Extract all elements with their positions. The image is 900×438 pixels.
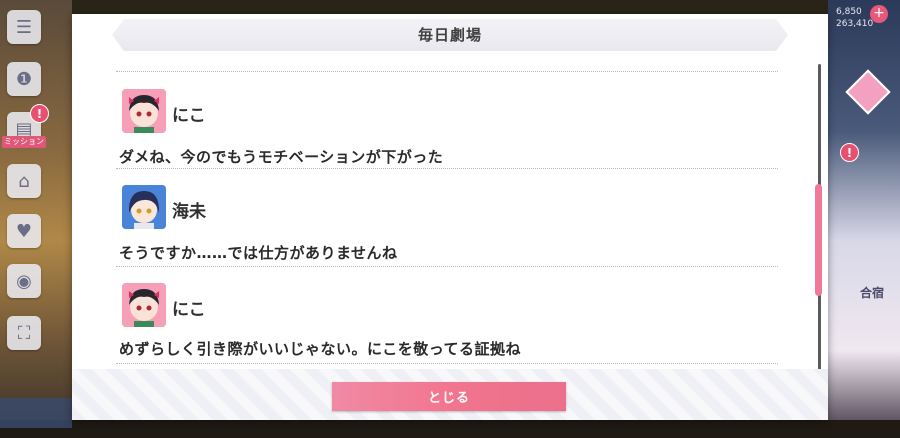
- gift-icon[interactable]: ⌂: [7, 164, 41, 198]
- dialog-title: 毎日劇場: [417, 26, 482, 44]
- nico-avatar: [122, 89, 166, 133]
- left-menu: ☰ ❶ ▤ ! ミッション ⌂ ♥ ◉ ⛶: [0, 0, 72, 438]
- plus-icon[interactable]: +: [870, 5, 888, 23]
- dialog-footer: とじる: [72, 369, 828, 420]
- divider: [116, 363, 778, 364]
- speaker-name: にこ: [172, 300, 206, 320]
- fullscreen-icon[interactable]: ⛶: [7, 316, 41, 350]
- notification-badge: !: [30, 104, 49, 123]
- umi-avatar: [122, 185, 166, 229]
- dialog-log[interactable]: にこ ダメね、今のでもうモチベーションが下がった 海未 そうですか……では仕方が…: [116, 66, 778, 384]
- chat-icon[interactable]: ❶: [7, 62, 41, 96]
- speaker-name: 海未: [172, 202, 206, 222]
- daily-theater-dialog: 毎日劇場 にこ ダメね、今のでもうモチベーションが下がった 海未 そうですか………: [72, 14, 828, 420]
- camp-label[interactable]: 合宿: [860, 284, 884, 301]
- background-bottom: [0, 420, 900, 438]
- dialog-line: ダメね、今のでもうモチベーションが下がった: [119, 148, 444, 166]
- menu-icon[interactable]: ☰: [7, 10, 41, 44]
- bottom-left-bar[interactable]: [0, 398, 72, 428]
- heart-icon[interactable]: ♥: [7, 214, 41, 248]
- divider: [116, 71, 778, 72]
- background-right-panel: [828, 0, 900, 438]
- nico-avatar: [122, 283, 166, 327]
- close-button[interactable]: とじる: [332, 382, 566, 411]
- resource-value-1: 6,850: [836, 7, 862, 17]
- scrollbar-thumb[interactable]: [815, 184, 822, 296]
- speaker-name: にこ: [172, 106, 206, 126]
- resource-value-2: 263,410: [836, 19, 874, 29]
- divider: [116, 266, 778, 267]
- mission-label: ミッション: [2, 136, 46, 148]
- member-icon[interactable]: ◉: [7, 264, 41, 298]
- title-banner: 毎日劇場: [112, 19, 788, 51]
- dialog-line: そうですか……では仕方がありませんね: [119, 244, 398, 262]
- background-top: [72, 0, 828, 14]
- resource-counter: 6,850 263,410: [836, 6, 873, 30]
- notification-badge-right: !: [840, 143, 859, 162]
- divider: [116, 168, 778, 169]
- dialog-line: めずらしく引き際がいいじゃない。にこを敬ってる証拠ね: [119, 340, 521, 358]
